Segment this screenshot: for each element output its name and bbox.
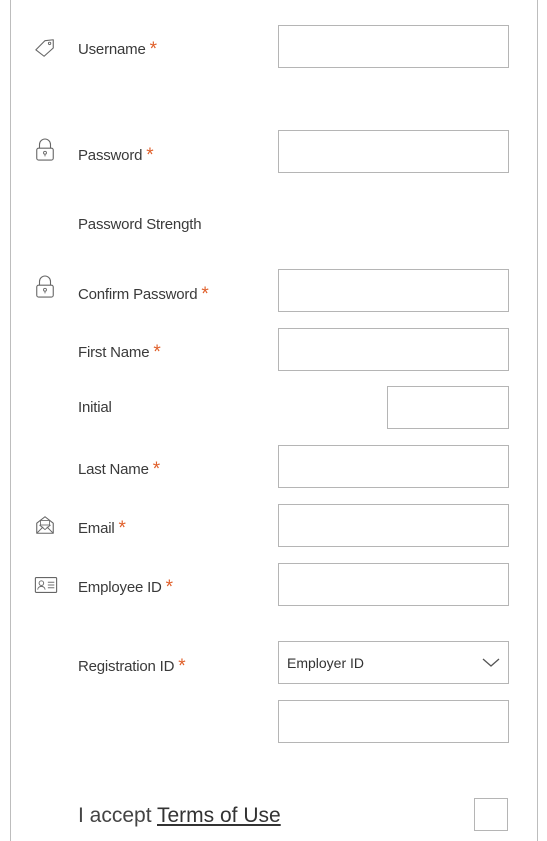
username-label: Username * <box>78 39 157 60</box>
email-label: Email * <box>78 518 126 539</box>
last-name-input[interactable] <box>278 445 509 488</box>
terms-accept-label: I accept Terms of Use <box>78 804 281 827</box>
id-card-icon <box>34 577 58 593</box>
terms-checkbox[interactable] <box>474 798 508 831</box>
employee-id-label: Employee ID * <box>78 577 173 598</box>
employee-id-input[interactable] <box>278 563 509 606</box>
first-name-label: First Name * <box>78 342 161 363</box>
password-strength-label: Password Strength <box>78 216 202 233</box>
initial-label: Initial <box>78 399 112 416</box>
confirm-password-input[interactable] <box>278 269 509 312</box>
first-name-input[interactable] <box>278 328 509 371</box>
password-label: Password * <box>78 145 154 166</box>
confirm-password-label: Confirm Password * <box>78 284 209 305</box>
lock-icon <box>36 275 54 298</box>
last-name-label: Last Name * <box>78 459 160 480</box>
lock-icon <box>36 138 54 161</box>
registration-id-input[interactable] <box>278 700 509 743</box>
initial-input[interactable] <box>387 386 509 429</box>
registration-id-label: Registration ID * <box>78 656 186 677</box>
tag-icon <box>35 39 54 57</box>
password-input[interactable] <box>278 130 509 173</box>
email-input[interactable] <box>278 504 509 547</box>
registration-id-select[interactable]: Employer ID <box>278 641 509 684</box>
terms-of-use-link[interactable]: Terms of Use <box>157 804 281 827</box>
envelope-icon <box>36 516 54 534</box>
registration-id-selected: Employer ID <box>287 654 365 671</box>
username-input[interactable] <box>278 25 509 68</box>
chevron-down-icon <box>482 658 500 667</box>
